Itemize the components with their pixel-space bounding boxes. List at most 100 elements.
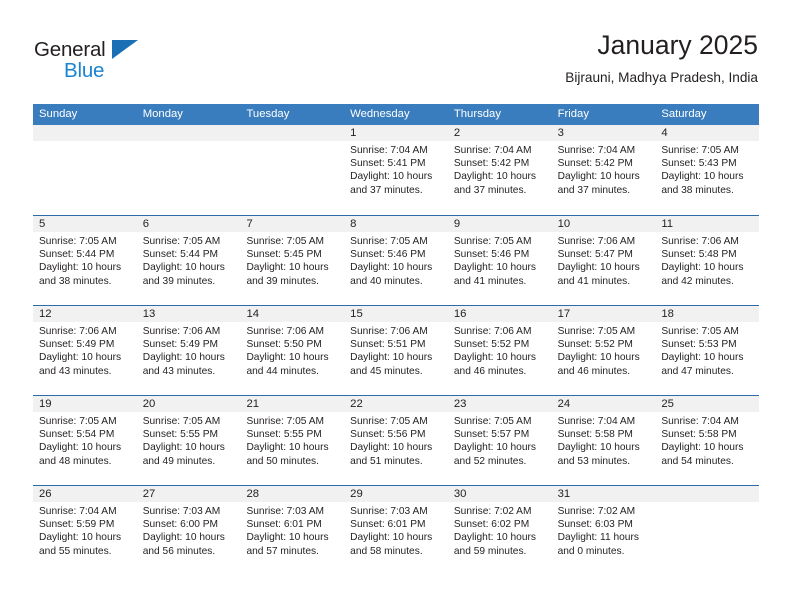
day-cell-body: Sunrise: 7:05 AM Sunset: 5:44 PM Daylight:… — [33, 232, 137, 288]
day-number-bar: 28 — [240, 486, 345, 502]
sunset-line: Sunset: 5:55 PM — [142, 429, 219, 441]
day-cell-1[interactable]: 1 Sunrise: 7:04 AM Sunset: 5:41 PM Daylight… — [344, 125, 448, 215]
day-cell-24[interactable]: 24 Sunrise: 7:04 AM Sunset: 5:58 PM Dayligh… — [551, 396, 656, 485]
sunset-line: Sunset: 5:53 PM — [661, 339, 737, 351]
day-cell-empty — [655, 486, 760, 575]
day-cell-body: Sunrise: 7:05 AM Sunset: 5:46 PM Daylight:… — [448, 232, 552, 288]
day-cell-body: Sunrise: 7:03 AM Sunset: 6:01 PM Daylight:… — [240, 502, 344, 558]
day-cell-31[interactable]: 31 Sunrise: 7:02 AM Sunset: 6:03 PM Dayligh… — [551, 486, 656, 575]
general-blue-logo[interactable]: General Blue — [34, 38, 164, 90]
sunrise-line: Sunrise: 7:05 AM — [246, 416, 325, 427]
day-cell-29[interactable]: 29 Sunrise: 7:03 AM Sunset: 6:01 PM Dayligh… — [344, 486, 448, 575]
daylight-line-1: Daylight: 10 hours — [557, 262, 640, 274]
day-number-bar: 16 — [447, 306, 552, 322]
day-cell-body: Sunrise: 7:05 AM Sunset: 5:54 PM Daylight:… — [33, 412, 137, 468]
day-cell-7[interactable]: 7 Sunrise: 7:05 AM Sunset: 5:45 PM Daylight… — [240, 216, 345, 305]
day-cell-9[interactable]: 9 Sunrise: 7:05 AM Sunset: 5:46 PM Daylight… — [447, 216, 552, 305]
sunrise-line: Sunrise: 7:05 AM — [142, 236, 221, 247]
sunrise-line: Sunrise: 7:05 AM — [39, 236, 117, 247]
sunset-line: Sunset: 5:46 PM — [350, 249, 426, 261]
day-cell-8[interactable]: 8 Sunrise: 7:05 AM Sunset: 5:46 PM Daylight… — [344, 216, 448, 305]
day-cell-18[interactable]: 18 Sunrise: 7:05 AM Sunset: 5:53 PM Dayligh… — [655, 306, 760, 395]
sunrise-line: Sunrise: 7:05 AM — [350, 416, 428, 427]
day-cell-13[interactable]: 13 Sunrise: 7:06 AM Sunset: 5:49 PM Dayligh… — [136, 306, 241, 395]
day-number-bar: 12 — [33, 306, 137, 322]
day-cell-20[interactable]: 20 Sunrise: 7:05 AM Sunset: 5:55 PM Dayligh… — [136, 396, 241, 485]
day-cell-26[interactable]: 26 Sunrise: 7:04 AM Sunset: 5:59 PM Dayligh… — [33, 486, 137, 575]
day-cell-5[interactable]: 5 Sunrise: 7:05 AM Sunset: 5:44 PM Daylight… — [33, 216, 137, 305]
daylight-line-2: and 50 minutes. — [246, 455, 319, 467]
day-cell-10[interactable]: 10 Sunrise: 7:06 AM Sunset: 5:47 PM Dayligh… — [551, 216, 656, 305]
day-cell-3[interactable]: 3 Sunrise: 7:04 AM Sunset: 5:42 PM Daylight… — [551, 125, 656, 215]
sunrise-line: Sunrise: 7:03 AM — [350, 506, 428, 517]
day-cell-body: Sunrise: 7:06 AM Sunset: 5:51 PM Daylight:… — [344, 322, 448, 378]
day-cell-25[interactable]: 25 Sunrise: 7:04 AM Sunset: 5:58 PM Dayligh… — [655, 396, 760, 485]
day-number-bar: 11 — [655, 216, 760, 232]
daylight-line-1: Daylight: 10 hours — [661, 171, 744, 183]
daylight-line-1: Daylight: 10 hours — [246, 532, 329, 544]
sunset-line: Sunset: 5:56 PM — [350, 429, 426, 441]
day-number-bar: 25 — [655, 396, 760, 412]
day-number: 27 — [142, 488, 156, 500]
day-number: 12 — [39, 308, 52, 320]
day-cell-15[interactable]: 15 Sunrise: 7:06 AM Sunset: 5:51 PM Dayligh… — [344, 306, 448, 395]
day-number-bar: 8 — [344, 216, 448, 232]
weekday-header-row: Sunday Monday Tuesday Wednesday Thursday Frid… — [33, 104, 759, 125]
sunset-line: Sunset: 5:46 PM — [453, 249, 530, 261]
day-cell-2[interactable]: 2 Sunrise: 7:04 AM Sunset: 5:42 PM Daylight… — [447, 125, 552, 215]
sunset-line: Sunset: 5:48 PM — [661, 249, 737, 261]
sunset-line: Sunset: 6:03 PM — [557, 519, 633, 531]
day-cell-body: Sunrise: 7:04 AM Sunset: 5:42 PM Daylight:… — [552, 141, 656, 197]
day-cell-28[interactable]: 28 Sunrise: 7:03 AM Sunset: 6:01 PM Dayligh… — [240, 486, 345, 575]
day-cell-11[interactable]: 11 Sunrise: 7:06 AM Sunset: 5:48 PM Dayligh… — [655, 216, 760, 305]
day-cell-4[interactable]: 4 Sunrise: 7:05 AM Sunset: 5:43 PM Daylight… — [655, 125, 760, 215]
day-number-bar: 31 — [551, 486, 656, 502]
daylight-line-2: and 49 minutes. — [142, 455, 216, 467]
daylight-line-2: and 56 minutes. — [142, 545, 216, 557]
day-cell-30[interactable]: 30 Sunrise: 7:02 AM Sunset: 6:02 PM Dayligh… — [447, 486, 552, 575]
daylight-line-2: and 41 minutes. — [557, 275, 631, 287]
sunrise-line: Sunrise: 7:06 AM — [246, 326, 325, 337]
sunset-line: Sunset: 6:02 PM — [453, 519, 530, 531]
day-number-bar: 3 — [551, 125, 656, 141]
day-cell-22[interactable]: 22 Sunrise: 7:05 AM Sunset: 5:56 PM Dayligh… — [344, 396, 448, 485]
day-number-bar: 30 — [447, 486, 552, 502]
daylight-line-2: and 43 minutes. — [39, 365, 112, 377]
daylight-line-2: and 51 minutes. — [350, 455, 423, 467]
sunrise-line: Sunrise: 7:04 AM — [350, 145, 428, 156]
day-number-bar: 18 — [655, 306, 760, 322]
day-cell-body: Sunrise: 7:06 AM Sunset: 5:52 PM Daylight:… — [448, 322, 552, 378]
sunrise-line: Sunrise: 7:05 AM — [142, 416, 221, 427]
day-cell-14[interactable]: 14 Sunrise: 7:06 AM Sunset: 5:50 PM Dayligh… — [240, 306, 345, 395]
sunset-line: Sunset: 5:52 PM — [557, 339, 633, 351]
weekday-header-saturday: Saturday — [661, 108, 707, 120]
sunset-line: Sunset: 5:52 PM — [453, 339, 530, 351]
day-number-bar: 7 — [240, 216, 345, 232]
day-number: 20 — [142, 398, 156, 410]
day-cell-body: Sunrise: 7:04 AM Sunset: 5:42 PM Daylight:… — [448, 141, 552, 197]
calendar-grid: Sunday Monday Tuesday Wednesday Thursday Frid… — [33, 104, 760, 575]
daylight-line-1: Daylight: 10 hours — [142, 442, 225, 454]
day-number-bar: 24 — [551, 396, 656, 412]
sunrise-line: Sunrise: 7:06 AM — [350, 326, 428, 337]
daylight-line-1: Daylight: 10 hours — [661, 262, 744, 274]
day-number-bar: 2 — [447, 125, 552, 141]
day-cell-6[interactable]: 6 Sunrise: 7:05 AM Sunset: 5:44 PM Daylight… — [136, 216, 241, 305]
day-cell-body: Sunrise: 7:04 AM Sunset: 5:41 PM Daylight:… — [344, 141, 448, 197]
title-block: January 2025 Bijrauni, Madhya Pradesh, I… — [565, 28, 758, 88]
day-number: 11 — [661, 218, 674, 230]
daylight-line-1: Daylight: 10 hours — [350, 532, 433, 544]
day-cell-16[interactable]: 16 Sunrise: 7:06 AM Sunset: 5:52 PM Dayligh… — [447, 306, 552, 395]
daylight-line-1: Daylight: 10 hours — [453, 171, 536, 183]
day-cell-23[interactable]: 23 Sunrise: 7:05 AM Sunset: 5:57 PM Dayligh… — [447, 396, 552, 485]
day-cell-27[interactable]: 27 Sunrise: 7:03 AM Sunset: 6:00 PM Dayligh… — [136, 486, 241, 575]
day-cell-17[interactable]: 17 Sunrise: 7:05 AM Sunset: 5:52 PM Dayligh… — [551, 306, 656, 395]
day-number: 25 — [661, 398, 674, 410]
daylight-line-1: Daylight: 10 hours — [453, 532, 536, 544]
weekday-header-thursday: Thursday — [453, 108, 501, 120]
day-number: 31 — [557, 488, 571, 500]
day-cell-19[interactable]: 19 Sunrise: 7:05 AM Sunset: 5:54 PM Dayligh… — [33, 396, 137, 485]
day-cell-21[interactable]: 21 Sunrise: 7:05 AM Sunset: 5:55 PM Dayligh… — [240, 396, 345, 485]
daylight-line-2: and 46 minutes. — [453, 365, 527, 377]
day-cell-12[interactable]: 12 Sunrise: 7:06 AM Sunset: 5:49 PM Dayligh… — [33, 306, 137, 395]
